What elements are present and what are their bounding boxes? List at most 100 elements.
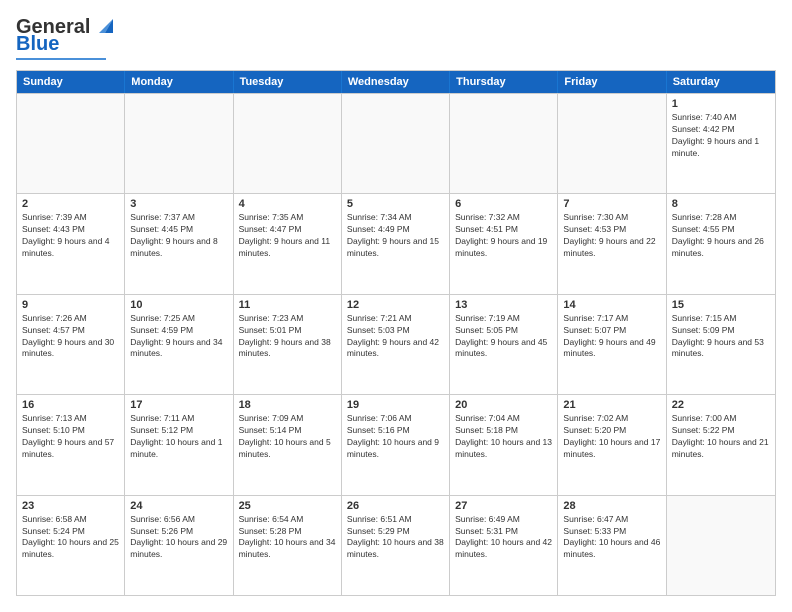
calendar-cell-empty (450, 94, 558, 193)
header-day-wednesday: Wednesday (342, 71, 450, 93)
day-info: Sunrise: 7:28 AM Sunset: 4:55 PM Dayligh… (672, 212, 770, 260)
day-number: 13 (455, 299, 552, 311)
header-day-sunday: Sunday (17, 71, 125, 93)
day-info: Sunrise: 7:00 AM Sunset: 5:22 PM Dayligh… (672, 413, 770, 461)
day-number: 23 (22, 500, 119, 512)
day-number: 22 (672, 399, 770, 411)
calendar-row-5: 23 Sunrise: 6:58 AM Sunset: 5:24 PM Dayli… (17, 495, 775, 595)
day-number: 3 (130, 198, 227, 210)
calendar-cell-day-16: 16 Sunrise: 7:13 AM Sunset: 5:10 PM Dayli… (17, 395, 125, 494)
day-number: 1 (672, 98, 770, 110)
day-number: 17 (130, 399, 227, 411)
day-info: Sunrise: 7:19 AM Sunset: 5:05 PM Dayligh… (455, 313, 552, 361)
day-info: Sunrise: 6:51 AM Sunset: 5:29 PM Dayligh… (347, 514, 444, 562)
day-number: 21 (563, 399, 660, 411)
day-info: Sunrise: 7:37 AM Sunset: 4:45 PM Dayligh… (130, 212, 227, 260)
calendar-cell-empty (125, 94, 233, 193)
calendar-cell-day-20: 20 Sunrise: 7:04 AM Sunset: 5:18 PM Dayli… (450, 395, 558, 494)
calendar-cell-day-18: 18 Sunrise: 7:09 AM Sunset: 5:14 PM Dayli… (234, 395, 342, 494)
calendar-cell-day-5: 5 Sunrise: 7:34 AM Sunset: 4:49 PM Daylig… (342, 194, 450, 293)
calendar-row-4: 16 Sunrise: 7:13 AM Sunset: 5:10 PM Dayli… (17, 394, 775, 494)
day-number: 2 (22, 198, 119, 210)
calendar-body: 1 Sunrise: 7:40 AM Sunset: 4:42 PM Daylig… (17, 93, 775, 595)
calendar-cell-day-4: 4Sunrise: 7:35 AM Sunset: 4:47 PM Daylig… (234, 194, 342, 293)
calendar-cell-day-7: 7Sunrise: 7:30 AM Sunset: 4:53 PM Daylig… (558, 194, 666, 293)
day-info: Sunrise: 7:26 AM Sunset: 4:57 PM Dayligh… (22, 313, 119, 361)
calendar-row-1: 1 Sunrise: 7:40 AM Sunset: 4:42 PM Daylig… (17, 93, 775, 193)
calendar-cell-day-15: 15 Sunrise: 7:15 AM Sunset: 5:09 PM Dayli… (667, 295, 775, 394)
logo-underline (16, 58, 106, 60)
calendar-cell-day-3: 3 Sunrise: 7:37 AM Sunset: 4:45 PM Daylig… (125, 194, 233, 293)
day-number: 25 (239, 500, 336, 512)
calendar-cell-day-1: 1 Sunrise: 7:40 AM Sunset: 4:42 PM Daylig… (667, 94, 775, 193)
calendar-cell-day-11: 11 Sunrise: 7:23 AM Sunset: 5:01 PM Dayli… (234, 295, 342, 394)
calendar-cell-empty (17, 94, 125, 193)
header-day-friday: Friday (558, 71, 666, 93)
day-number: 24 (130, 500, 227, 512)
calendar-cell-day-23: 23 Sunrise: 6:58 AM Sunset: 5:24 PM Dayli… (17, 496, 125, 595)
header: General Blue (16, 16, 776, 60)
day-info: Sunrise: 7:04 AM Sunset: 5:18 PM Dayligh… (455, 413, 552, 461)
calendar-row-3: 9 Sunrise: 7:26 AM Sunset: 4:57 PM Daylig… (17, 294, 775, 394)
day-info: Sunrise: 7:35 AM Sunset: 4:47 PM Dayligh… (239, 212, 336, 260)
day-info: Sunrise: 7:40 AM Sunset: 4:42 PM Dayligh… (672, 112, 770, 160)
day-number: 16 (22, 399, 119, 411)
day-info: Sunrise: 7:02 AM Sunset: 5:20 PM Dayligh… (563, 413, 660, 461)
day-info: Sunrise: 7:23 AM Sunset: 5:01 PM Dayligh… (239, 313, 336, 361)
calendar-cell-day-6: 6 Sunrise: 7:32 AM Sunset: 4:51 PM Daylig… (450, 194, 558, 293)
calendar-cell-empty (234, 94, 342, 193)
day-number: 28 (563, 500, 660, 512)
day-info: Sunrise: 7:21 AM Sunset: 5:03 PM Dayligh… (347, 313, 444, 361)
day-info: Sunrise: 6:47 AM Sunset: 5:33 PM Dayligh… (563, 514, 660, 562)
day-info: Sunrise: 6:56 AM Sunset: 5:26 PM Dayligh… (130, 514, 227, 562)
calendar-row-2: 2 Sunrise: 7:39 AM Sunset: 4:43 PM Daylig… (17, 193, 775, 293)
day-info: Sunrise: 7:34 AM Sunset: 4:49 PM Dayligh… (347, 212, 444, 260)
day-number: 20 (455, 399, 552, 411)
day-info: Sunrise: 7:15 AM Sunset: 5:09 PM Dayligh… (672, 313, 770, 361)
calendar-cell-day-19: 19 Sunrise: 7:06 AM Sunset: 5:16 PM Dayli… (342, 395, 450, 494)
calendar-cell-day-25: 25Sunrise: 6:54 AM Sunset: 5:28 PM Dayli… (234, 496, 342, 595)
day-info: Sunrise: 6:58 AM Sunset: 5:24 PM Dayligh… (22, 514, 119, 562)
day-info: Sunrise: 7:11 AM Sunset: 5:12 PM Dayligh… (130, 413, 227, 461)
day-number: 15 (672, 299, 770, 311)
calendar-cell-day-26: 26 Sunrise: 6:51 AM Sunset: 5:29 PM Dayli… (342, 496, 450, 595)
day-info: Sunrise: 7:09 AM Sunset: 5:14 PM Dayligh… (239, 413, 336, 461)
day-info: Sunrise: 7:06 AM Sunset: 5:16 PM Dayligh… (347, 413, 444, 461)
calendar-cell-day-22: 22 Sunrise: 7:00 AM Sunset: 5:22 PM Dayli… (667, 395, 775, 494)
day-number: 6 (455, 198, 552, 210)
day-number: 27 (455, 500, 552, 512)
day-number: 5 (347, 198, 444, 210)
calendar-cell-day-9: 9 Sunrise: 7:26 AM Sunset: 4:57 PM Daylig… (17, 295, 125, 394)
day-number: 10 (130, 299, 227, 311)
header-day-thursday: Thursday (450, 71, 558, 93)
calendar-cell-day-28: 28 Sunrise: 6:47 AM Sunset: 5:33 PM Dayli… (558, 496, 666, 595)
day-number: 11 (239, 299, 336, 311)
header-day-saturday: Saturday (667, 71, 775, 93)
header-day-tuesday: Tuesday (234, 71, 342, 93)
day-number: 18 (239, 399, 336, 411)
calendar-cell-day-13: 13 Sunrise: 7:19 AM Sunset: 5:05 PM Dayli… (450, 295, 558, 394)
day-info: Sunrise: 7:39 AM Sunset: 4:43 PM Dayligh… (22, 212, 119, 260)
day-number: 12 (347, 299, 444, 311)
calendar-cell-day-14: 14Sunrise: 7:17 AM Sunset: 5:07 PM Dayli… (558, 295, 666, 394)
day-info: Sunrise: 6:49 AM Sunset: 5:31 PM Dayligh… (455, 514, 552, 562)
calendar-cell-day-12: 12 Sunrise: 7:21 AM Sunset: 5:03 PM Dayli… (342, 295, 450, 394)
calendar-cell-day-2: 2 Sunrise: 7:39 AM Sunset: 4:43 PM Daylig… (17, 194, 125, 293)
header-day-monday: Monday (125, 71, 233, 93)
calendar-cell-day-10: 10 Sunrise: 7:25 AM Sunset: 4:59 PM Dayli… (125, 295, 233, 394)
calendar-cell-empty (342, 94, 450, 193)
page: General Blue SundayMondayTuesdayWednesda… (0, 0, 792, 612)
day-number: 19 (347, 399, 444, 411)
day-info: Sunrise: 7:25 AM Sunset: 4:59 PM Dayligh… (130, 313, 227, 361)
calendar-cell-empty (667, 496, 775, 595)
day-number: 7 (563, 198, 660, 210)
day-info: Sunrise: 7:17 AM Sunset: 5:07 PM Dayligh… (563, 313, 660, 361)
day-number: 26 (347, 500, 444, 512)
day-info: Sunrise: 7:13 AM Sunset: 5:10 PM Dayligh… (22, 413, 119, 461)
logo-bird-icon (91, 15, 113, 37)
calendar: SundayMondayTuesdayWednesdayThursdayFrid… (16, 70, 776, 596)
calendar-cell-day-17: 17 Sunrise: 7:11 AM Sunset: 5:12 PM Dayli… (125, 395, 233, 494)
day-number: 9 (22, 299, 119, 311)
day-info: Sunrise: 7:32 AM Sunset: 4:51 PM Dayligh… (455, 212, 552, 260)
calendar-cell-day-8: 8Sunrise: 7:28 AM Sunset: 4:55 PM Daylig… (667, 194, 775, 293)
